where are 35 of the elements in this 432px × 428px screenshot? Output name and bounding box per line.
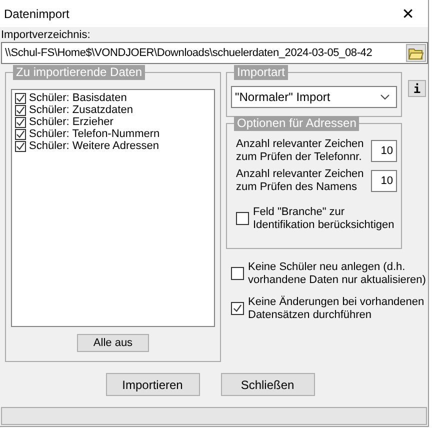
group-title: Importart — [234, 65, 288, 80]
checkbox-label: Feld "Branche" zur Identifikation berücksichtigen — [253, 206, 396, 232]
checkbox-label: Schüler: Basisdaten — [29, 92, 127, 104]
checkbox-label: Schüler: Zusatzdaten — [29, 104, 133, 116]
dialog-button[interactable]: Importieren — [106, 373, 200, 396]
checkbox-label: Schüler: Telefon-Nummern — [29, 128, 160, 140]
checked-checkbox[interactable] — [231, 302, 244, 315]
checked-checkbox[interactable] — [15, 128, 26, 140]
checkbox[interactable] — [236, 212, 249, 225]
field-label: Anzahl relevanter Zeichen zum Prüfen der Telefonnr. — [236, 138, 365, 164]
checkbox-label: Schüler: Weitere Adressen — [29, 140, 160, 152]
checked-checkbox[interactable] — [15, 140, 26, 152]
checkbox-label: Keine Schüler neu anlegen (d.h. vorhandene Daten nur aktualisieren) — [248, 261, 427, 287]
chevron-down-icon — [380, 94, 390, 100]
checked-checkbox[interactable] — [15, 116, 26, 128]
dialog-button[interactable]: Schließen — [220, 373, 314, 396]
checkbox-label: Keine Änderungen bei vorhandenen Datensätzen durchführen — [248, 296, 426, 322]
number-field[interactable]: 10 — [371, 170, 397, 192]
field-label: Anzahl relevanter Zeichen zum Prüfen des Namens — [236, 168, 365, 194]
import-type-dropdown[interactable]: "Normaler" Import — [231, 86, 397, 108]
folder-icon — [408, 46, 424, 60]
number-field[interactable]: 10 — [371, 140, 397, 162]
info-button[interactable]: i — [408, 80, 426, 97]
checked-checkbox[interactable] — [15, 104, 26, 116]
field-label: Importverzeichnis: — [0, 29, 92, 41]
deselect-all-button[interactable]: Alle aus — [77, 334, 149, 352]
browse-button[interactable] — [406, 44, 426, 62]
close-button[interactable]: ✕ — [388, 0, 428, 27]
window-title: Datenimport — [4, 6, 70, 20]
checkbox[interactable] — [231, 267, 244, 280]
path-field[interactable]: \\Schul-FS\Home$\VONDJOER\Downloads\schuelerdaten_2024-03-05_08-42 — [1, 42, 428, 64]
group-title: Zu importierende Daten — [13, 65, 146, 80]
checkbox-label: Schüler: Erzieher — [29, 116, 114, 128]
checked-checkbox[interactable] — [15, 92, 26, 104]
group-title: Optionen für Adressen — [234, 116, 360, 131]
